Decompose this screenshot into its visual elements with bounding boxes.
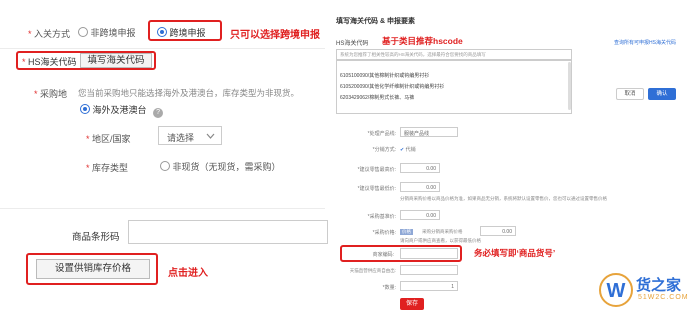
- barcode-input[interactable]: [128, 220, 328, 244]
- purchase-price-hint: 采购分销商采购价格: [422, 229, 463, 234]
- purchase-price-tag: 价格: [400, 229, 413, 235]
- radio-circle-icon: [78, 27, 88, 37]
- radio-selected-icon: [157, 27, 167, 37]
- fill-hs-code-button[interactable]: 填写海关代码: [80, 53, 152, 68]
- radio-selected-icon: [80, 104, 90, 114]
- cancel-button[interactable]: 取消: [616, 88, 644, 100]
- watermark-name: 货之家: [636, 277, 682, 294]
- stock-type-label-text: 库存类型: [92, 163, 129, 173]
- product-line-select[interactable]: 服装产品线: [400, 127, 458, 137]
- radio-non-stock-label: 非现货（无现货，需采购）: [172, 162, 281, 172]
- check-icon: ✔: [400, 147, 405, 153]
- quantity-input[interactable]: 1: [400, 281, 458, 291]
- region-select[interactable]: 请选择: [158, 126, 222, 145]
- help-icon[interactable]: ?: [153, 108, 164, 118]
- stock-type-label: * 库存类型: [86, 163, 129, 173]
- hs-code-search-placeholder: 系统为您推荐了相关性较高的HS海关代码，选择最符合您要找的商品填写: [340, 52, 486, 57]
- form-row-label: 天猫直营供应商自由出:: [349, 268, 396, 273]
- product-form-panel: * 入关方式 非跨境申报 跨境申报 只可以选择跨境申报 * HS海关代码 填写海…: [0, 0, 328, 318]
- form-row-label: *建议零售最高价:: [357, 167, 396, 173]
- tmall-supplier-input[interactable]: [400, 265, 458, 275]
- region-select-placeholder: 请选择: [167, 133, 195, 143]
- product-line-value: 服装产品线: [404, 131, 430, 137]
- radio-cross-border-label: 跨境申报: [169, 28, 206, 38]
- dropdown-scrollbar[interactable]: [568, 62, 571, 110]
- radio-overseas[interactable]: 海外及港澳台 ?: [80, 103, 164, 118]
- purchase-price-input[interactable]: 0.00: [480, 226, 516, 236]
- divider: [0, 208, 325, 209]
- set-supply-price-button[interactable]: 设置供销库存价格: [36, 259, 150, 279]
- radio-overseas-label: 海外及港澳台: [92, 105, 147, 115]
- hs-code-field-label: HS海关代码: [336, 41, 369, 47]
- radio-non-cross-border-label: 非跨境申报: [90, 28, 136, 38]
- max-retail-price-value: 0.00: [426, 166, 436, 172]
- merchant-code-annotation: 务必填写即‘商品货号’: [474, 248, 556, 258]
- barcode-label: 商品条形码: [72, 232, 120, 243]
- min-retail-price-value: 0.00: [426, 185, 436, 191]
- click-enter-annotation: 点击进入: [168, 268, 208, 279]
- merchant-code-input[interactable]: [400, 248, 458, 259]
- hs-code-label-text: HS海关代码: [28, 57, 77, 67]
- purchase-price-value: 0.00: [502, 229, 512, 235]
- quantity-value: 1: [451, 284, 454, 290]
- radio-non-stock[interactable]: 非现货（无现货，需采购）: [160, 160, 281, 173]
- hs-code-option[interactable]: 6203429062/棉制男式长裤、马裤: [337, 93, 571, 104]
- entry-method-label-text: 入关方式: [34, 29, 71, 39]
- watermark-logo: W 货之家 51W2C.COM: [598, 270, 694, 310]
- hs-code-label: * HS海关代码: [22, 57, 77, 67]
- radio-cross-border[interactable]: 跨境申报: [157, 26, 206, 39]
- distribution-method-value: 代销: [405, 147, 416, 153]
- form-row-label: *处理产品线:: [367, 131, 396, 137]
- quantity-label: *数量:: [382, 285, 396, 291]
- dialog-title: 填写海关代码 & 申报要素: [336, 18, 415, 25]
- price-note: 分销商采购价格以商品价格为准，如果商品无分销，系统将默认设置零售价，您也可以通过…: [400, 196, 607, 201]
- confirm-button[interactable]: 确认: [648, 88, 676, 100]
- divider: [0, 48, 325, 49]
- hs-code-dropdown: 6105100090/其他棉制针织或钩编男衬衫 6105200090/其他化学纤…: [336, 60, 572, 114]
- hs-code-search-input[interactable]: 系统为您推荐了相关性较高的HS海关代码，选择最符合您要找的商品填写: [336, 49, 572, 60]
- region-label-text: 地区/国家: [92, 134, 131, 144]
- radio-circle-icon: [160, 161, 170, 171]
- form-row-label: *采购价格:: [372, 230, 396, 236]
- watermark-w-icon: W: [599, 273, 633, 307]
- max-retail-price-input[interactable]: 0.00: [400, 163, 440, 173]
- chevron-down-icon: [206, 133, 215, 139]
- entry-method-label: * 入关方式: [28, 29, 71, 39]
- base-price-input[interactable]: 0.00: [400, 210, 440, 220]
- svg-text:W: W: [607, 280, 626, 302]
- purchase-location-label: * 采购地: [34, 89, 68, 99]
- merchant-code-label: 商家编码:: [372, 252, 394, 258]
- region-label: * 地区/国家: [86, 134, 131, 144]
- watermark-domain: 51W2C.COM: [638, 294, 689, 301]
- purchase-note: 请向商户或供应商查看，以获得最低价格: [400, 238, 481, 243]
- dropdown-spacer: [337, 61, 571, 71]
- hs-code-option[interactable]: 6105100090/其他棉制针织或钩编男衬衫: [337, 71, 571, 82]
- query-all-hs-codes-link[interactable]: 查询所有可申报HS海关代码: [614, 39, 676, 46]
- min-retail-price-input[interactable]: 0.00: [400, 182, 440, 192]
- form-row-label: *采购基准价:: [367, 214, 396, 220]
- save-button[interactable]: 保存: [400, 298, 424, 310]
- purchase-location-label-text: 采购地: [40, 89, 68, 99]
- hs-code-option[interactable]: 6105200090/其他化学纤维制针织或钩编男衬衫: [337, 82, 571, 93]
- distribution-method[interactable]: ✔ 代销: [400, 146, 416, 153]
- base-price-value: 0.00: [426, 213, 436, 219]
- purchase-location-description: 您当前采购地只能选择海外及港澳台，库存类型为非现货。: [78, 88, 300, 98]
- recommend-annotation: 基于类目推荐hscode: [382, 36, 463, 46]
- cross-border-annotation: 只可以选择跨境申报: [230, 30, 320, 41]
- radio-non-cross-border[interactable]: 非跨境申报: [78, 26, 136, 39]
- form-row-label: *建议零售最低价:: [357, 186, 396, 192]
- form-row-label: *分销方式:: [372, 147, 396, 153]
